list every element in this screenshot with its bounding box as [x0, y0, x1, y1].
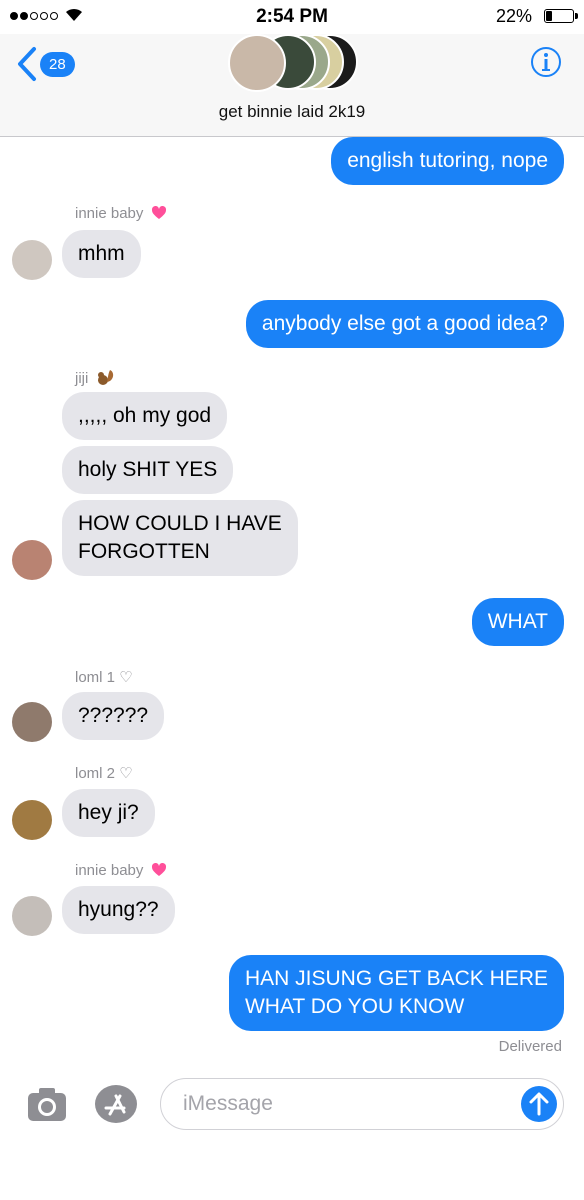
outgoing-message[interactable]: WHAT — [471, 598, 564, 646]
incoming-message[interactable]: holy SHIT YES — [62, 446, 234, 494]
avatar[interactable] — [12, 240, 52, 280]
incoming-message[interactable]: ,,,,, oh my god — [62, 392, 228, 440]
message-field[interactable] — [160, 1078, 564, 1130]
avatar[interactable] — [12, 702, 52, 742]
sender-name: loml 2 ♡ — [75, 765, 133, 782]
back-button[interactable]: 28 — [16, 46, 75, 82]
outgoing-message[interactable]: anybody else got a good idea? — [245, 300, 564, 348]
send-button[interactable] — [521, 1086, 557, 1122]
group-avatar-stack[interactable] — [228, 34, 358, 92]
outgoing-message[interactable]: HAN JISUNG GET BACK HERE WHAT DO YOU KNO… — [228, 955, 564, 1031]
camera-icon[interactable] — [27, 1086, 67, 1122]
incoming-message[interactable]: mhm — [62, 230, 141, 278]
sender-name: innie baby — [75, 862, 167, 879]
group-name[interactable]: get binnie laid 2k19 — [0, 102, 584, 122]
arrow-up-icon — [529, 1092, 549, 1116]
sender-name: loml 1 ♡ — [75, 669, 133, 686]
status-bar: 2:54 PM 22% — [0, 0, 584, 34]
avatar[interactable] — [12, 896, 52, 936]
pink-heart-icon — [151, 862, 166, 876]
unread-count-badge: 28 — [40, 51, 75, 77]
incoming-message[interactable]: hey ji? — [62, 789, 155, 837]
info-icon[interactable] — [530, 46, 562, 78]
chevron-left-icon — [18, 47, 36, 81]
sender-name: jiji — [75, 368, 116, 387]
message-input-bar — [0, 1072, 584, 1200]
avatar[interactable] — [12, 800, 52, 840]
battery-icon — [544, 9, 578, 23]
app-store-icon[interactable] — [94, 1084, 138, 1124]
incoming-message[interactable]: hyung?? — [62, 886, 175, 934]
outgoing-message[interactable]: english tutoring, nope — [331, 137, 564, 185]
conversation-header: 28 get binnie laid 2k19 — [0, 34, 584, 137]
message-input[interactable] — [181, 1091, 515, 1117]
group-avatar — [228, 34, 286, 92]
squirrel-icon — [97, 370, 113, 385]
battery-percent: 22% — [495, 6, 532, 26]
avatar[interactable] — [12, 540, 52, 580]
sender-name: innie baby — [75, 205, 167, 222]
pink-heart-icon — [151, 205, 166, 219]
incoming-message[interactable]: HOW COULD I HAVE FORGOTTEN — [62, 500, 298, 576]
incoming-message[interactable]: ?????? — [62, 692, 165, 740]
delivered-status: Delivered — [498, 1038, 562, 1055]
